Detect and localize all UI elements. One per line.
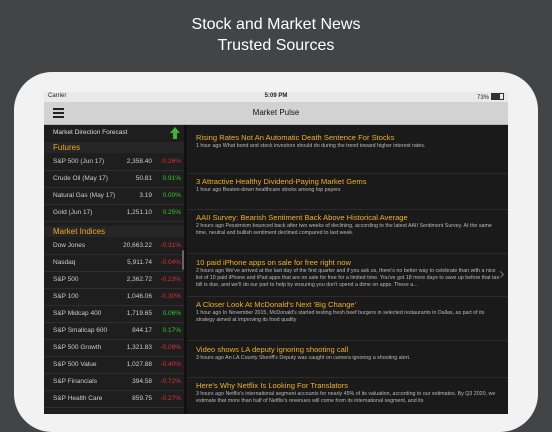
quote-change: -0.30%	[160, 293, 181, 300]
news-headline[interactable]: Here's Why Netflix Is Looking For Transl…	[196, 381, 348, 390]
news-headline[interactable]: AAII Survey: Bearish Sentiment Back Abov…	[196, 213, 408, 222]
quote-row[interactable]: S&P Smallcap 600 844.17 0.17%	[44, 322, 184, 340]
quote-name: Gold (Jun 17)	[53, 209, 93, 216]
news-headline[interactable]: 3 Attractive Healthy Dividend-Paying Mar…	[196, 177, 367, 186]
quote-row[interactable]: S&P Midcap 400 1,719.65 0.06%	[44, 305, 184, 323]
quote-change: 0.91%	[162, 175, 181, 182]
quote-row[interactable]: S&P 500 Value 1,027.88 -0.40%	[44, 356, 184, 374]
market-sidebar: Market Direction Forecast Futures S&P 50…	[44, 125, 184, 414]
news-summary: 3 hours ago An LA County Sheriff's Deput…	[196, 355, 411, 361]
page-title: Market Pulse	[252, 108, 300, 117]
quote-change: -0.72%	[160, 378, 181, 385]
battery-percent: 73%	[476, 95, 489, 101]
promo-subheadline: Trusted Sources	[217, 37, 335, 54]
news-item[interactable]: 3 Attractive Healthy Dividend-Paying Mar…	[187, 177, 508, 210]
quote-name: S&P Health Care	[53, 395, 103, 402]
quote-row[interactable]: S&P 500 (Jun 17) 2,358.40 -0.26%	[44, 153, 184, 171]
indices-section-header: Market Indices	[44, 226, 184, 237]
quote-change: -0.26%	[160, 158, 181, 165]
news-item[interactable]: Here's Why Netflix Is Looking For Transl…	[187, 381, 508, 414]
news-headline[interactable]: Video shows LA deputy ignoring shooting …	[196, 345, 348, 354]
news-summary: 1 hour ago In November 2015, McDonald's …	[196, 310, 485, 323]
up-arrow-icon	[170, 127, 180, 139]
promo-headline: Stock and Market News	[191, 16, 361, 33]
battery-icon	[491, 93, 504, 100]
quote-price: 3.19	[139, 192, 152, 199]
quote-name: Dow Jones	[53, 242, 86, 249]
quote-price: 50.81	[135, 175, 152, 182]
news-summary: 2 hours ago Pessimism bounced back after…	[196, 223, 492, 236]
futures-header: Futures	[53, 143, 81, 152]
quote-row[interactable]: Gold (Jun 17) 1,251.10 0.25%	[44, 204, 184, 222]
battery-indicator: 73%	[477, 93, 504, 101]
news-summary: 3 hours ago Netflix's international segm…	[196, 391, 496, 404]
promo-banner: Stock and Market News Trusted Sources	[0, 0, 552, 72]
quote-price: 1,027.88	[126, 361, 152, 368]
quote-name: Crude Oil (May 17)	[53, 175, 108, 182]
quote-change: -0.40%	[160, 361, 181, 368]
news-item[interactable]: 10 paid iPhone apps on sale for free rig…	[187, 258, 508, 297]
quote-name: S&P Financials	[53, 378, 97, 385]
quote-row[interactable]: S&P Health Care 859.75 -0.27%	[44, 390, 184, 408]
quote-row[interactable]: Natural Gas (May 17) 3.19 0.00%	[44, 187, 184, 205]
quote-name: S&P Midcap 400	[53, 310, 102, 317]
quote-price: 5,911.74	[127, 259, 152, 266]
status-time: 5:09 PM	[264, 93, 288, 99]
app-screen: Carrier 5:09 PM 73% Market Pulse Market …	[44, 92, 508, 414]
quote-change: 0.00%	[162, 192, 181, 199]
quote-change: -0.23%	[160, 276, 181, 283]
news-item[interactable]: A Closer Look At McDonald's Next 'Big Ch…	[187, 300, 508, 341]
quote-row[interactable]: Nasdaq 5,911.74 -0.04%	[44, 254, 184, 272]
indices-header: Market Indices	[53, 227, 106, 236]
news-item[interactable]: Video shows LA deputy ignoring shooting …	[187, 345, 508, 378]
split-grip-handle[interactable]	[182, 250, 184, 270]
news-summary: 1 hour ago What bond and stock investors…	[196, 143, 426, 149]
quote-name: S&P Smallcap 600	[53, 327, 108, 334]
news-summary: 2 hours ago We've arrived at the last da…	[196, 268, 500, 288]
quote-price: 1,251.10	[126, 209, 152, 216]
news-summary: 1 hour ago Beaten-down healthcare stocks…	[196, 187, 341, 193]
quote-change: -0.31%	[160, 242, 181, 249]
quote-row[interactable]: S&P 500 Growth 1,321.83 -0.09%	[44, 339, 184, 357]
quote-price: 1,321.83	[126, 344, 152, 351]
quote-price: 2,358.40	[126, 158, 152, 165]
news-headline[interactable]: 10 paid iPhone apps on sale for free rig…	[196, 258, 351, 267]
quote-row[interactable]: Dow Jones 20,663.22 -0.31%	[44, 237, 184, 255]
quote-change: 0.25%	[162, 209, 181, 216]
status-bar: Carrier 5:09 PM 73%	[44, 92, 508, 102]
quote-row[interactable]: S&P Financials 394.58 -0.72%	[44, 373, 184, 391]
quote-price: 859.75	[132, 395, 152, 402]
forecast-row[interactable]: Market Direction Forecast	[44, 125, 184, 142]
quote-price: 2,362.72	[126, 276, 152, 283]
quote-name: S&P 500 Growth	[53, 344, 102, 351]
news-item[interactable]: Rising Rates Not An Automatic Death Sent…	[187, 133, 508, 174]
quote-change: -0.27%	[160, 395, 181, 402]
quote-name: S&P 500	[53, 276, 79, 283]
quote-change: -0.04%	[160, 259, 181, 266]
quote-name: S&P 100	[53, 293, 79, 300]
quote-price: 1,719.65	[126, 310, 152, 317]
quote-price: 394.58	[132, 378, 152, 385]
quote-row[interactable]: S&P 100 1,046.06 -0.30%	[44, 288, 184, 306]
futures-section-header: Futures	[44, 142, 184, 153]
forecast-label: Market Direction Forecast	[53, 129, 128, 136]
news-headline[interactable]: Rising Rates Not An Automatic Death Sent…	[196, 133, 394, 142]
quote-change: -0.09%	[160, 344, 181, 351]
quote-price: 1,046.06	[126, 293, 152, 300]
quote-change: 0.06%	[162, 310, 181, 317]
quote-name: S&P 500 Value	[53, 361, 97, 368]
news-item[interactable]: AAII Survey: Bearish Sentiment Back Abov…	[187, 213, 508, 254]
news-feed: Rising Rates Not An Automatic Death Sent…	[187, 125, 508, 414]
quote-change: 0.17%	[162, 327, 181, 334]
quote-row[interactable]: S&P 500 2,362.72 -0.23%	[44, 271, 184, 289]
quote-price: 844.17	[132, 327, 152, 334]
quote-name: Natural Gas (May 17)	[53, 192, 116, 199]
quote-price: 20,663.22	[123, 242, 152, 249]
quote-name: S&P 500 (Jun 17)	[53, 158, 105, 165]
news-headline[interactable]: A Closer Look At McDonald's Next 'Big Ch…	[196, 300, 356, 309]
quote-row[interactable]: Crude Oil (May 17) 50.81 0.91%	[44, 170, 184, 188]
quote-name: Nasdaq	[53, 259, 76, 266]
nav-bar: Market Pulse	[44, 102, 508, 125]
